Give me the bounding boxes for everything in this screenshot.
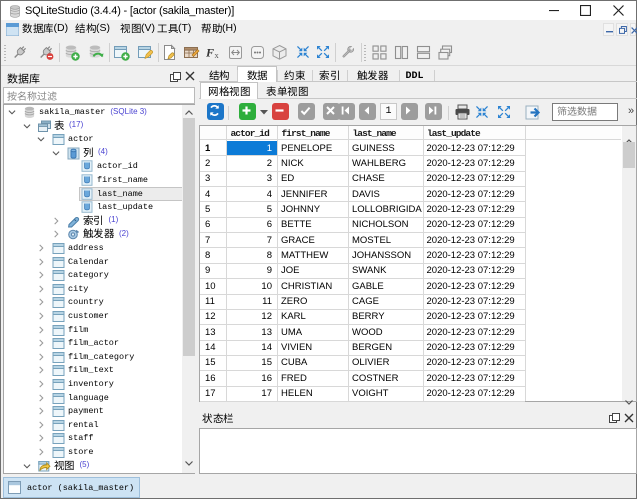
svg-text:F: F (205, 46, 214, 60)
svg-text:x: x (215, 50, 220, 60)
